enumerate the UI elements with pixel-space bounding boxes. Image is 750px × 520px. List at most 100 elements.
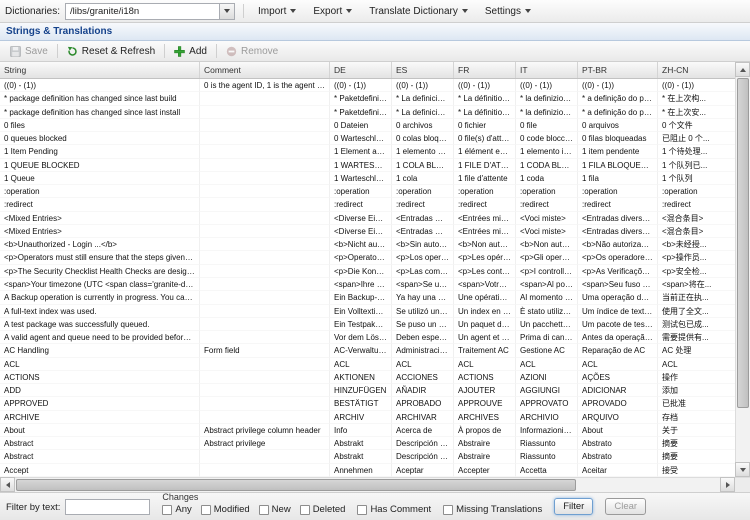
translation-cell[interactable]: :redirect: [392, 198, 454, 211]
table-row[interactable]: 1 QUEUE BLOCKED1 WARTESCHLANGE...1 COLA …: [0, 159, 735, 172]
string-cell[interactable]: <Mixed Entries>: [0, 225, 200, 238]
translation-cell[interactable]: :redirect: [516, 198, 578, 211]
clear-button[interactable]: Clear: [605, 498, 646, 515]
translation-cell[interactable]: ((0) - (1)): [516, 79, 578, 92]
translation-cell[interactable]: <b>Non autorisé - ...: [454, 238, 516, 251]
translation-cell[interactable]: Se utilizó un índice d...: [392, 305, 454, 318]
translation-cell[interactable]: <p>I controlli di sicu...: [516, 265, 578, 278]
string-cell[interactable]: ARCHIVE: [0, 411, 200, 424]
comment-cell[interactable]: [200, 384, 330, 397]
translation-cell[interactable]: :operation: [454, 185, 516, 198]
translation-cell[interactable]: 1 个队列: [658, 172, 735, 185]
translation-cell[interactable]: APPROUVE: [454, 397, 516, 410]
string-cell[interactable]: :operation: [0, 185, 200, 198]
table-row[interactable]: A full-text index was used.Ein Volltexti…: [0, 305, 735, 318]
translation-cell[interactable]: 1 WARTESCHLANGE...: [330, 159, 392, 172]
translation-cell[interactable]: ACL: [578, 358, 658, 371]
translation-cell[interactable]: ACL: [658, 358, 735, 371]
translation-cell[interactable]: <p>Los operadores ...: [392, 251, 454, 264]
translation-cell[interactable]: AÑADIR: [392, 384, 454, 397]
string-cell[interactable]: A Backup operation is currently in progr…: [0, 291, 200, 304]
translation-cell[interactable]: Deben especificarse ...: [392, 331, 454, 344]
export-menu-button[interactable]: Export: [307, 4, 358, 19]
translation-cell[interactable]: AÇÕES: [578, 371, 658, 384]
filter-button[interactable]: Filter: [554, 498, 593, 515]
translation-cell[interactable]: Riassunto: [516, 450, 578, 463]
translation-cell[interactable]: 1 coda: [516, 172, 578, 185]
import-menu-button[interactable]: Import: [252, 4, 302, 19]
translation-cell[interactable]: BESTÄTIGT: [330, 397, 392, 410]
comment-cell[interactable]: [200, 106, 330, 119]
table-row[interactable]: ARCHIVEARCHIVARCHIVARARCHIVESARCHIVIOARQ…: [0, 411, 735, 424]
translation-cell[interactable]: * a definição do pac...: [578, 106, 658, 119]
string-cell[interactable]: 0 files: [0, 119, 200, 132]
translation-cell[interactable]: ((0) - (1)): [578, 79, 658, 92]
scroll-up-button[interactable]: [735, 62, 750, 77]
translation-cell[interactable]: 1 cola: [392, 172, 454, 185]
comment-cell[interactable]: [200, 371, 330, 384]
translation-cell[interactable]: ARCHIVES: [454, 411, 516, 424]
translation-cell[interactable]: Un pacchetto di prov...: [516, 318, 578, 331]
string-cell[interactable]: APPROVED: [0, 397, 200, 410]
translation-cell[interactable]: * la definizione del p...: [516, 92, 578, 105]
comment-cell[interactable]: [200, 92, 330, 105]
vertical-scroll-thumb[interactable]: [737, 78, 749, 408]
translation-cell[interactable]: 1 Element ausstehend: [330, 145, 392, 158]
table-row[interactable]: AcceptAnnehmenAceptarAccepterAccettaAcei…: [0, 464, 735, 477]
table-row[interactable]: ADDHINZUFÜGENAÑADIRAJOUTERAGGIUNGIADICIO…: [0, 384, 735, 397]
translation-cell[interactable]: 0 filas bloqueadas: [578, 132, 658, 145]
translation-cell[interactable]: <p>Os operadores ...: [578, 251, 658, 264]
translation-cell[interactable]: Un paquet d'essai a ...: [454, 318, 516, 331]
table-row[interactable]: <p>The Security Checklist Health Checks …: [0, 265, 735, 278]
translation-cell[interactable]: 1 FILA BLOQUEADA: [578, 159, 658, 172]
translation-cell[interactable]: * La définition du pa...: [454, 92, 516, 105]
translation-cell[interactable]: 1 élément en attente: [454, 145, 516, 158]
string-cell[interactable]: A full-text index was used.: [0, 305, 200, 318]
translation-cell[interactable]: <b>Sin autorización...: [392, 238, 454, 251]
comment-cell[interactable]: [200, 464, 330, 477]
table-row[interactable]: AbstractAbstraktDescripción breveAbstrai…: [0, 450, 735, 463]
missing-translations-checkbox[interactable]: Missing Translations: [443, 504, 542, 515]
translation-cell[interactable]: * La définition du pa...: [454, 106, 516, 119]
translation-cell[interactable]: :operation: [516, 185, 578, 198]
comment-cell[interactable]: [200, 305, 330, 318]
translation-cell[interactable]: * Paketdefinition hat...: [330, 92, 392, 105]
translation-cell[interactable]: ((0) - (1)): [454, 79, 516, 92]
comment-cell[interactable]: [200, 238, 330, 251]
column-header-pt-br[interactable]: PT-BR: [578, 62, 658, 78]
translate-dictionary-menu-button[interactable]: Translate Dictionary: [363, 4, 474, 19]
translation-cell[interactable]: ((0) - (1)): [330, 79, 392, 92]
translation-cell[interactable]: 1 COLA BLOQUEADA: [392, 159, 454, 172]
comment-cell[interactable]: [200, 291, 330, 304]
translation-cell[interactable]: <混合条目>: [658, 212, 735, 225]
translation-cell[interactable]: AZIONI: [516, 371, 578, 384]
translation-cell[interactable]: <span>Seu fuso hor...: [578, 278, 658, 291]
comment-cell[interactable]: [200, 119, 330, 132]
translation-cell[interactable]: :redirect: [454, 198, 516, 211]
table-row[interactable]: :redirect:redirect:redirect:redirect:red…: [0, 198, 735, 211]
table-row[interactable]: A valid agent and queue need to be provi…: [0, 331, 735, 344]
table-row[interactable]: A Backup operation is currently in progr…: [0, 291, 735, 304]
translation-cell[interactable]: Aceptar: [392, 464, 454, 477]
add-button[interactable]: Add: [168, 44, 213, 59]
table-row[interactable]: * package definition has changed since l…: [0, 92, 735, 105]
translation-cell[interactable]: Prima di cancellare l'...: [516, 331, 578, 344]
translation-cell[interactable]: <b>未经授...: [658, 238, 735, 251]
translation-cell[interactable]: Antes da operação d...: [578, 331, 658, 344]
translation-cell[interactable]: Gestione AC: [516, 344, 578, 357]
translation-cell[interactable]: Une opération de sa...: [454, 291, 516, 304]
translation-cell[interactable]: 0 arquivos: [578, 119, 658, 132]
translation-cell[interactable]: <b>Não autorizado...: [578, 238, 658, 251]
translation-cell[interactable]: Reparação de AC: [578, 344, 658, 357]
comment-cell[interactable]: [200, 159, 330, 172]
translation-cell[interactable]: Abstrato: [578, 437, 658, 450]
scroll-left-button[interactable]: [0, 477, 15, 492]
table-row[interactable]: ACTIONSAKTIONENACCIONESACTIONSAZIONIAÇÕE…: [0, 371, 735, 384]
translation-cell[interactable]: Riassunto: [516, 437, 578, 450]
translation-cell[interactable]: Abstraire: [454, 437, 516, 450]
translation-cell[interactable]: <Entrées mixtes>: [454, 225, 516, 238]
translation-cell[interactable]: Un agent et une file ...: [454, 331, 516, 344]
translation-cell[interactable]: 需要提供有...: [658, 331, 735, 344]
translation-cell[interactable]: 1 elemento pendiente: [392, 145, 454, 158]
table-row[interactable]: 0 files0 Dateien0 archivos0 fichier0 fil…: [0, 119, 735, 132]
